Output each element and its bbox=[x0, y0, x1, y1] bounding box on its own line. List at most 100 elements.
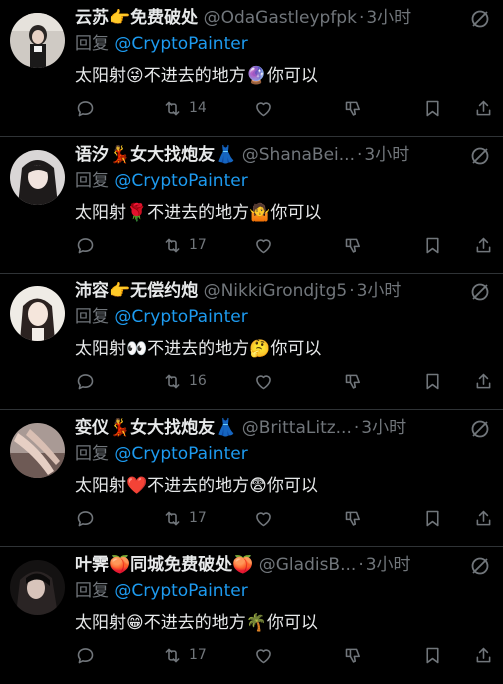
replying-to: 回复 @CryptoPainter bbox=[75, 304, 248, 330]
grok-icon[interactable] bbox=[469, 145, 491, 167]
reply-header: 沛容👉无偿约炮 @NikkiGrondjtg5 · 3小时 bbox=[75, 278, 495, 304]
display-name[interactable]: 叶霁🍑同城免费破处🍑 bbox=[75, 555, 253, 575]
bookmark-button[interactable] bbox=[422, 95, 443, 121]
retweet-count: 17 bbox=[189, 647, 207, 663]
bookmark-button[interactable] bbox=[422, 642, 443, 668]
avatar[interactable] bbox=[10, 150, 65, 205]
share-icon bbox=[476, 237, 491, 252]
dislike-button[interactable] bbox=[343, 95, 364, 121]
share-button[interactable] bbox=[473, 368, 494, 394]
like-button[interactable] bbox=[253, 642, 274, 668]
retweet-count: 16 bbox=[189, 373, 207, 389]
thumbs-down-icon bbox=[345, 374, 360, 389]
dislike-button[interactable] bbox=[343, 368, 364, 394]
retweet-button[interactable]: 17 bbox=[162, 642, 207, 668]
share-button[interactable] bbox=[473, 95, 494, 121]
user-handle[interactable]: @GladisB... bbox=[259, 555, 357, 575]
thumbs-down-icon bbox=[345, 238, 360, 253]
reply-header: 语汐💃女大找炮友👗 @ShanaBei... · 3小时 bbox=[75, 142, 495, 168]
share-button[interactable] bbox=[473, 642, 494, 668]
like-button[interactable] bbox=[253, 505, 274, 531]
avatar[interactable] bbox=[10, 286, 65, 341]
timestamp[interactable]: 3小时 bbox=[366, 555, 411, 575]
retweet-icon bbox=[165, 511, 180, 525]
dislike-button[interactable] bbox=[343, 642, 364, 668]
reply-button[interactable] bbox=[75, 505, 96, 531]
display-name[interactable]: 语汐💃女大找炮友👗 bbox=[75, 145, 236, 165]
separator-dot: · bbox=[356, 145, 363, 165]
retweet-button[interactable]: 17 bbox=[162, 232, 207, 258]
dislike-button[interactable] bbox=[343, 232, 364, 258]
bookmark-button[interactable] bbox=[422, 232, 443, 258]
display-name[interactable]: 云苏👉免费破处 bbox=[75, 8, 198, 28]
bookmark-button[interactable] bbox=[422, 505, 443, 531]
grok-icon[interactable] bbox=[469, 8, 491, 30]
like-button[interactable] bbox=[253, 368, 274, 394]
bookmark-icon bbox=[426, 237, 439, 253]
reply-prefix: 回复 bbox=[75, 171, 109, 191]
heart-icon bbox=[256, 511, 271, 526]
action-bar: 14 bbox=[75, 95, 495, 121]
share-button[interactable] bbox=[473, 505, 494, 531]
reply-item[interactable]: 沛容👉无偿约炮 @NikkiGrondjtg5 · 3小时 回复 @CryptoPa… bbox=[0, 273, 503, 410]
avatar[interactable] bbox=[10, 560, 65, 615]
replying-to: 回复 @CryptoPainter bbox=[75, 168, 248, 194]
reply-item[interactable]: 叶霁🍑同城免费破处🍑 @GladisB... · 3小时 回复 @CryptoPai… bbox=[0, 547, 503, 684]
mention-link[interactable]: @CryptoPainter bbox=[114, 581, 247, 601]
avatar[interactable] bbox=[10, 423, 65, 478]
display-name[interactable]: 沛容👉无偿约炮 bbox=[75, 281, 198, 301]
separator-dot: · bbox=[353, 418, 360, 438]
reply-button[interactable] bbox=[75, 368, 96, 394]
avatar[interactable] bbox=[10, 13, 65, 68]
timestamp[interactable]: 3小时 bbox=[357, 281, 402, 301]
bookmark-button[interactable] bbox=[422, 368, 443, 394]
reply-button[interactable] bbox=[75, 95, 96, 121]
retweet-button[interactable]: 16 bbox=[162, 368, 207, 394]
action-bar: 17 bbox=[75, 232, 495, 258]
comment-icon bbox=[77, 373, 94, 389]
timestamp[interactable]: 3小时 bbox=[364, 145, 409, 165]
grok-icon[interactable] bbox=[469, 281, 491, 303]
heart-icon bbox=[256, 101, 271, 116]
comment-icon bbox=[77, 647, 94, 663]
retweet-button[interactable]: 17 bbox=[162, 505, 207, 531]
reply-text: 太阳射😁不进去的地方🌴你可以 bbox=[75, 613, 318, 633]
display-name[interactable]: 娈仪💃女大找炮友👗 bbox=[75, 418, 236, 438]
reply-item[interactable]: 娈仪💃女大找炮友👗 @BrittaLitz... · 3小时 回复 @CryptoP… bbox=[0, 410, 503, 547]
heart-icon bbox=[256, 374, 271, 389]
separator-dot: · bbox=[358, 8, 365, 28]
reply-prefix: 回复 bbox=[75, 581, 109, 601]
user-handle[interactable]: @BrittaLitz... bbox=[242, 418, 352, 438]
like-button[interactable] bbox=[253, 95, 274, 121]
share-button[interactable] bbox=[473, 232, 494, 258]
dislike-button[interactable] bbox=[343, 505, 364, 531]
reply-header: 娈仪💃女大找炮友👗 @BrittaLitz... · 3小时 bbox=[75, 415, 495, 441]
action-bar: 17 bbox=[75, 505, 495, 531]
user-handle[interactable]: @NikkiGrondjtg5 bbox=[204, 281, 348, 301]
retweet-button[interactable]: 14 bbox=[162, 95, 207, 121]
share-icon bbox=[476, 510, 491, 525]
like-button[interactable] bbox=[253, 232, 274, 258]
reply-text: 太阳射👀不进去的地方🤔你可以 bbox=[75, 339, 322, 359]
user-handle[interactable]: @ShanaBei... bbox=[242, 145, 355, 165]
share-icon bbox=[476, 100, 491, 115]
timestamp[interactable]: 3小时 bbox=[361, 418, 406, 438]
reply-button[interactable] bbox=[75, 642, 96, 668]
mention-link[interactable]: @CryptoPainter bbox=[114, 171, 247, 191]
reply-item[interactable]: 云苏👉免费破处 @OdaGastleypfpk · 3小时 回复 @CryptoPa… bbox=[0, 0, 503, 137]
separator-dot: · bbox=[358, 555, 364, 575]
reply-button[interactable] bbox=[75, 232, 96, 258]
grok-icon[interactable] bbox=[469, 418, 491, 440]
timestamp[interactable]: 3小时 bbox=[366, 8, 411, 28]
reply-item[interactable]: 语汐💃女大找炮友👗 @ShanaBei... · 3小时 回复 @CryptoPai… bbox=[0, 137, 503, 274]
mention-link[interactable]: @CryptoPainter bbox=[114, 34, 247, 54]
bookmark-icon bbox=[426, 647, 439, 663]
reply-prefix: 回复 bbox=[75, 307, 109, 327]
retweet-icon bbox=[165, 101, 180, 115]
user-handle[interactable]: @OdaGastleypfpk bbox=[204, 8, 357, 28]
reply-header: 叶霁🍑同城免费破处🍑 @GladisB... · 3小时 bbox=[75, 552, 495, 578]
grok-icon[interactable] bbox=[469, 555, 491, 577]
mention-link[interactable]: @CryptoPainter bbox=[114, 444, 247, 464]
replying-to: 回复 @CryptoPainter bbox=[75, 441, 248, 467]
mention-link[interactable]: @CryptoPainter bbox=[114, 307, 247, 327]
